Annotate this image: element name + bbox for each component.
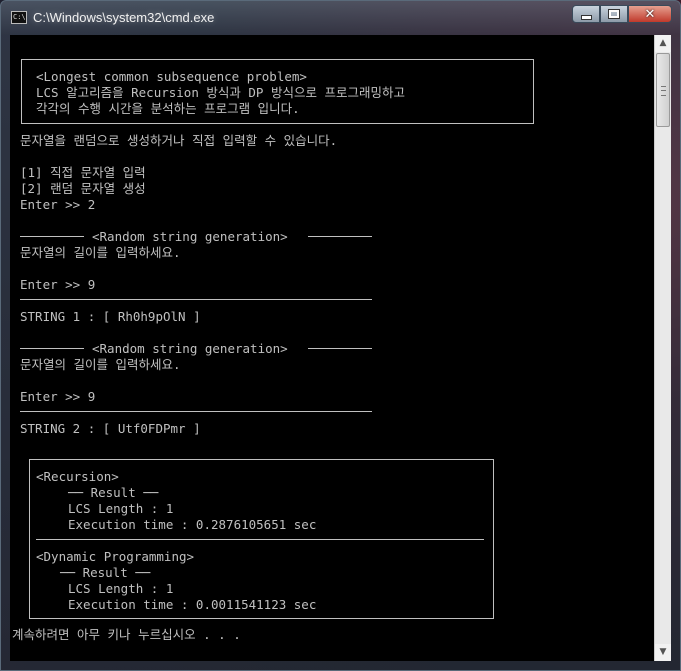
- gen2-enter: Enter >> 9: [20, 389, 96, 404]
- dp-result-label: ── Result ──: [60, 565, 151, 580]
- gen1-header: <Random string generation>: [92, 229, 288, 244]
- press-any-key: 계속하려면 아무 키나 누르십시오 . . .: [12, 627, 241, 642]
- divider: [20, 348, 84, 349]
- minimize-icon: [580, 14, 592, 20]
- scroll-down-icon[interactable]: ▼: [655, 644, 671, 661]
- close-button[interactable]: ✕: [628, 5, 672, 23]
- string-2: STRING 2 : [ Utf0FDPmr ]: [20, 421, 201, 436]
- dp-lcs-length: LCS Length : 1: [68, 581, 174, 596]
- gen1-ask: 문자열의 길이를 입력하세요.: [20, 245, 181, 260]
- vertical-scrollbar[interactable]: ▲ ▼: [654, 35, 671, 661]
- scroll-up-icon[interactable]: ▲: [655, 35, 671, 52]
- window-controls: ✕: [572, 5, 672, 25]
- divider: [308, 348, 372, 349]
- intro-title: <Longest common subsequence problem>: [36, 69, 307, 84]
- gen2-ask: 문자열의 길이를 입력하세요.: [20, 357, 181, 372]
- divider: [20, 411, 372, 412]
- dp-title: <Dynamic Programming>: [36, 549, 195, 564]
- string-1: STRING 1 : [ Rh0h9pOlN ]: [20, 309, 201, 324]
- console-output[interactable]: <Longest common subsequence problem> LCS…: [10, 35, 654, 661]
- gen1-enter: Enter >> 9: [20, 277, 96, 292]
- maximize-icon: [608, 9, 620, 19]
- gen2-header: <Random string generation>: [92, 341, 288, 356]
- menu-option-1: [1] 직접 문자열 입력: [20, 165, 146, 180]
- grip-icon: [661, 86, 666, 96]
- divider: [308, 236, 372, 237]
- recursion-title: <Recursion>: [36, 469, 119, 484]
- scroll-thumb[interactable]: [656, 53, 670, 127]
- intro-line-3: 각각의 수행 시간을 분석하는 프로그램 입니다.: [36, 101, 300, 116]
- close-icon: ✕: [644, 6, 656, 22]
- dp-execution-time: Execution time : 0.0011541123 sec: [68, 597, 317, 612]
- console-window: C:\ C:\Windows\system32\cmd.exe ✕ <Longe…: [0, 0, 681, 671]
- divider: [36, 539, 484, 540]
- window-title: C:\Windows\system32\cmd.exe: [33, 10, 215, 25]
- menu-enter: Enter >> 2: [20, 197, 96, 212]
- divider: [20, 236, 84, 237]
- menu-option-2: [2] 랜덤 문자열 생성: [20, 181, 146, 196]
- divider: [20, 299, 372, 300]
- cmd-icon[interactable]: C:\: [11, 11, 27, 24]
- title-bar[interactable]: C:\ C:\Windows\system32\cmd.exe ✕: [1, 1, 680, 35]
- recursion-lcs-length: LCS Length : 1: [68, 501, 174, 516]
- prompt-line: 문자열을 랜덤으로 생성하거나 직접 입력할 수 있습니다.: [20, 133, 338, 148]
- intro-line-2: LCS 알고리즘을 Recursion 방식과 DP 방식으로 프로그래밍하고: [36, 85, 406, 100]
- recursion-execution-time: Execution time : 0.2876105651 sec: [68, 517, 317, 532]
- maximize-button[interactable]: [600, 5, 628, 23]
- minimize-button[interactable]: [572, 5, 600, 23]
- recursion-result-label: ── Result ──: [68, 485, 159, 500]
